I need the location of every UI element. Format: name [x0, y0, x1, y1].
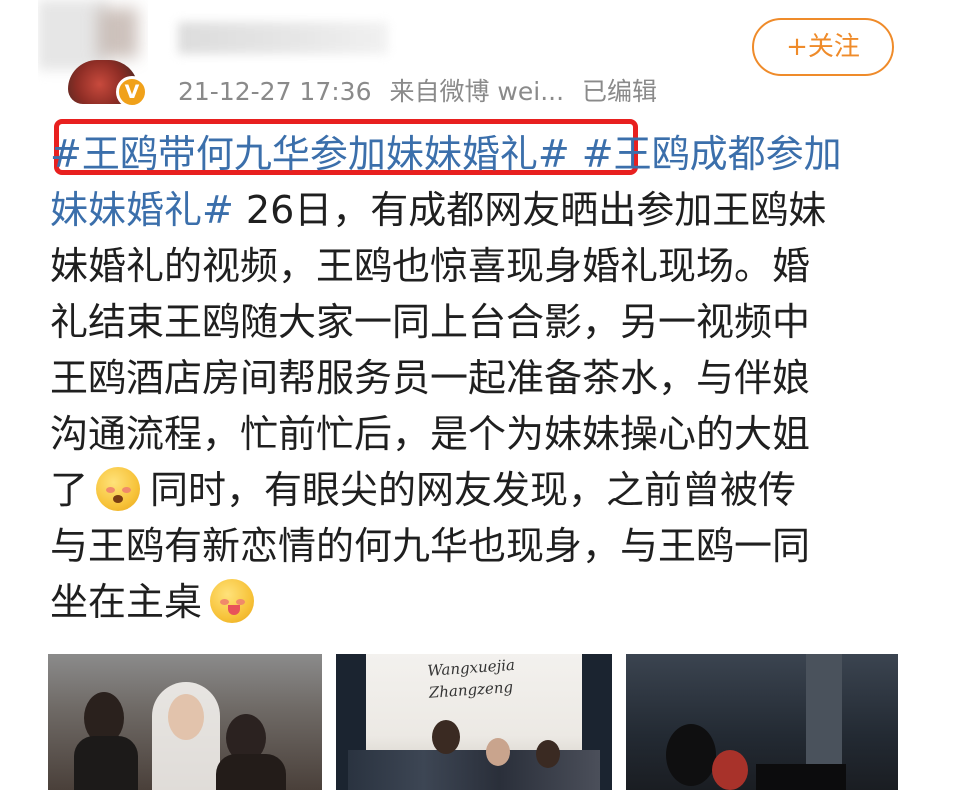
- group-shape: [348, 750, 600, 790]
- post-edited-label: 已编辑: [582, 77, 658, 106]
- post-meta: 21-12-27 17:36 来自微博 wei... 已编辑: [178, 72, 675, 108]
- post-source[interactable]: 来自微博 wei...: [389, 77, 564, 106]
- post-text: 了: [50, 468, 89, 512]
- post-line: 与王鸥有新恋情的何九华也现身，与王鸥一同: [50, 518, 900, 574]
- post-line: #王鸥带何九华参加妹妹婚礼# #王鸥成都参加: [50, 126, 900, 182]
- post-line: 沟通流程，忙前忙后，是个为妹妹操心的大姐: [50, 406, 900, 462]
- post-text: 坐在主桌: [50, 580, 203, 624]
- photo-thumbnail[interactable]: Wangxuejia Zhangzeng: [336, 654, 612, 790]
- username-blurred[interactable]: [178, 22, 388, 54]
- post-text: 王鸥酒店房间帮服务员一起准备茶水，与伴娘: [50, 356, 811, 400]
- person-shape: [712, 750, 748, 790]
- avatar-blur: [98, 8, 138, 58]
- hashtag-link[interactable]: #王鸥成都参加: [582, 132, 842, 176]
- post-line: 坐在主桌: [50, 574, 900, 630]
- post-line: 王鸥酒店房间帮服务员一起准备茶水，与伴娘: [50, 350, 900, 406]
- person-shape: [74, 736, 138, 790]
- person-shape: [432, 720, 460, 754]
- post-line: 妹妹婚礼# 26日，有成都网友晒出参加王鸥妹: [50, 182, 900, 238]
- person-shape: [168, 694, 204, 740]
- post-text: [570, 132, 582, 176]
- person-shape: [536, 740, 560, 768]
- table-shape: [756, 764, 846, 790]
- person-shape: [486, 738, 510, 766]
- photo-caption: Wangxuejia Zhangzeng: [427, 654, 540, 704]
- flushed-emoji-icon: [96, 466, 141, 511]
- photo-grid: Wangxuejia Zhangzeng: [48, 654, 898, 790]
- post-text: 26日，有成都网友晒出参加王鸥妹: [233, 188, 827, 232]
- post-body: #王鸥带何九华参加妹妹婚礼# #王鸥成都参加 妹妹婚礼# 26日，有成都网友晒出参…: [50, 126, 900, 630]
- post-line: 了 同时，有眼尖的网友发现，之前曾被传: [50, 462, 900, 518]
- photo-thumbnail[interactable]: [626, 654, 898, 790]
- person-shape: [216, 754, 286, 790]
- hashtag-link[interactable]: 妹妹婚礼#: [50, 188, 234, 232]
- post-text: 同时，有眼尖的网友发现，之前曾被传: [150, 468, 797, 512]
- post-text: 与王鸥有新恋情的何九华也现身，与王鸥一同: [50, 524, 811, 568]
- person-shape: [666, 724, 716, 786]
- post-text: 沟通流程，忙前忙后，是个为妹妹操心的大姐: [50, 412, 811, 456]
- post-text: 礼结束王鸥随大家一同上台合影，另一视频中: [50, 300, 811, 344]
- photo-thumbnail[interactable]: [48, 654, 322, 790]
- yum-emoji-icon: [210, 578, 255, 623]
- post-text: 妹婚礼的视频，王鸥也惊喜现身婚礼现场。婚: [50, 244, 811, 288]
- hashtag-link[interactable]: #王鸥带何九华参加妹妹婚礼#: [50, 132, 570, 176]
- post-line: 礼结束王鸥随大家一同上台合影，另一视频中: [50, 294, 900, 350]
- post-timestamp: 21-12-27 17:36: [178, 77, 372, 106]
- post-header: V 21-12-27 17:36 来自微博 wei... 已编辑 +关注: [0, 0, 960, 118]
- follow-button[interactable]: +关注: [752, 18, 894, 76]
- verified-badge-icon: V: [116, 76, 148, 108]
- post-line: 妹婚礼的视频，王鸥也惊喜现身婚礼现场。婚: [50, 238, 900, 294]
